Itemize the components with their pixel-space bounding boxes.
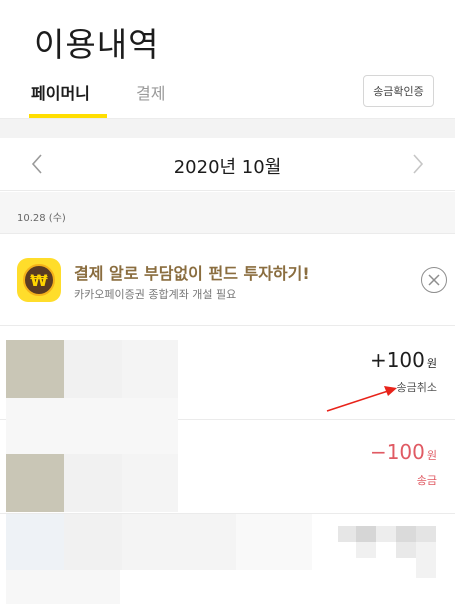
page: 이용내역 페이머니 결제 송금확인증 2020년 10월 10.28 (수) ₩… [0, 0, 455, 604]
annotation-arrow-icon [326, 386, 397, 412]
